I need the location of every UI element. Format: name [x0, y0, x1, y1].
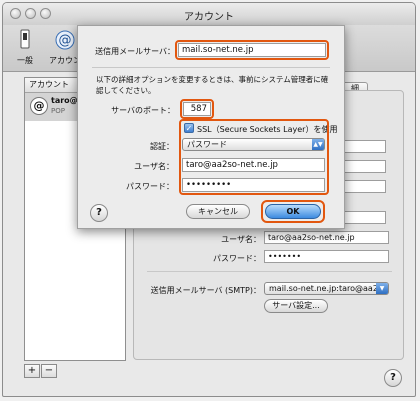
smtp-server-value: mail.so-net.ne.jp:taro@aa2: [269, 284, 378, 293]
switch-icon: [20, 29, 30, 49]
ok-button-highlight: [261, 200, 325, 223]
password-label: パスワード：: [126, 182, 174, 191]
at-sign-icon: @: [55, 30, 75, 50]
remove-account-button[interactable]: −: [41, 364, 57, 378]
toolbar-item-general-label: 一般: [17, 56, 33, 65]
admin-note: 以下の詳細オプションを変更するときは、事前にシステム管理者に確認してください。: [96, 75, 329, 95]
cancel-button[interactable]: キャンセル: [186, 204, 250, 219]
help-button[interactable]: ?: [384, 369, 402, 387]
password-field[interactable]: •••••••: [264, 250, 389, 263]
window-title: アカウント: [184, 12, 234, 23]
divider: [147, 271, 392, 272]
toolbar-item-general[interactable]: 一般: [9, 29, 41, 66]
account-type: POP: [51, 107, 65, 115]
auth-label: 認証：: [150, 142, 174, 151]
smtp-label: 送信用メールサーバ (SMTP)：: [150, 286, 261, 295]
accounts-window: アカウント 一般 @ アカウン アカウント @ taro@a POP + − 細: [2, 2, 416, 397]
chevron-down-icon: ▼: [376, 283, 388, 294]
smtp-server-select[interactable]: mail.so-net.ne.jp:taro@aa2 ▼: [264, 282, 389, 295]
add-account-button[interactable]: +: [24, 364, 40, 378]
sheet-help-button[interactable]: ?: [90, 204, 108, 222]
title-bar: アカウント: [3, 3, 415, 26]
advanced-smtp-sheet: 送信用メールサーバ： mail.so-net.ne.jp 以下の詳細オプションを…: [77, 25, 345, 229]
port-label: サーバのポート：: [111, 106, 175, 115]
user-name-field[interactable]: taro@aa2so-net.ne.jp: [264, 231, 389, 244]
outgoing-server-label: 送信用メールサーバ：: [95, 47, 175, 56]
svg-text:@: @: [59, 33, 72, 48]
auth-section-highlight: [179, 119, 329, 195]
at-sign-icon: @: [30, 97, 48, 115]
username-label: ユーザ名：: [134, 162, 174, 171]
port-field-highlight: [180, 99, 214, 119]
server-field-highlight: [175, 40, 329, 60]
divider: [92, 67, 330, 68]
server-settings-button[interactable]: サーバ設定...: [264, 299, 328, 313]
user-name-label: ユーザ名：: [221, 235, 261, 244]
password-label: パスワード：: [213, 254, 261, 263]
